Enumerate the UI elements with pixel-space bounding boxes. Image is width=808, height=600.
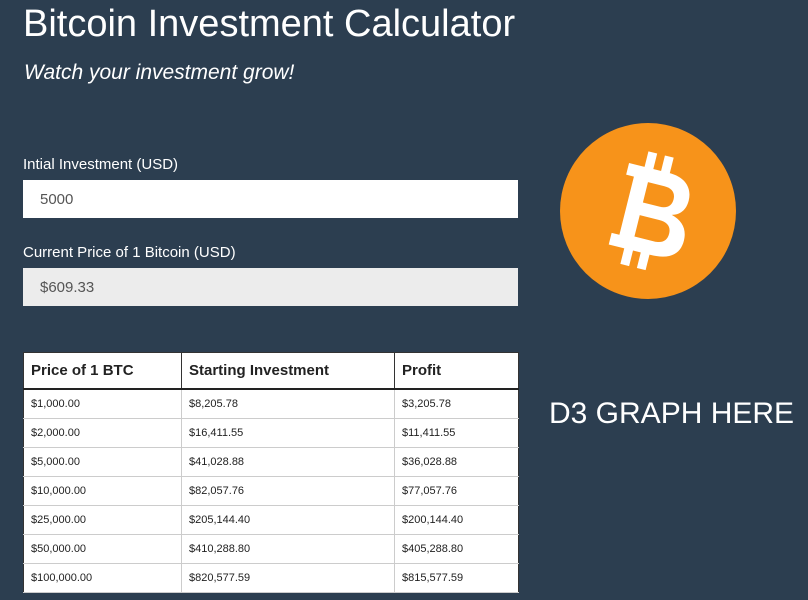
table-cell-starting-investment: $41,028.88	[181, 447, 395, 477]
table-cell-starting-investment: $205,144.40	[181, 505, 395, 535]
table-row: $5,000.00 $41,028.88 $36,028.88	[23, 447, 519, 477]
bitcoin-logo-icon	[560, 123, 736, 299]
table-row: $25,000.00 $205,144.40 $200,144.40	[23, 505, 519, 535]
column-header-price: Price of 1 BTC	[23, 352, 182, 390]
table-cell-starting-investment: $8,205.78	[181, 388, 395, 419]
table-cell-starting-investment: $410,288.80	[181, 534, 395, 564]
table-cell-price: $1,000.00	[23, 388, 182, 419]
table-cell-starting-investment: $16,411.55	[181, 418, 395, 448]
table-row: $1,000.00 $8,205.78 $3,205.78	[23, 388, 519, 419]
table-cell-profit: $3,205.78	[394, 388, 519, 419]
table-cell-profit: $405,288.80	[394, 534, 519, 564]
initial-investment-label: Intial Investment (USD)	[23, 156, 179, 173]
table-cell-price: $25,000.00	[23, 505, 182, 535]
page-title: Bitcoin Investment Calculator	[23, 3, 516, 45]
table-cell-starting-investment: $820,577.59	[181, 563, 395, 593]
table-row: $2,000.00 $16,411.55 $11,411.55	[23, 418, 519, 448]
table-cell-profit: $11,411.55	[394, 418, 519, 448]
initial-investment-input[interactable]	[23, 180, 518, 218]
column-header-starting-investment: Starting Investment	[181, 352, 395, 390]
table-cell-profit: $36,028.88	[394, 447, 519, 477]
table-row: $50,000.00 $410,288.80 $405,288.80	[23, 534, 519, 564]
table-cell-profit: $815,577.59	[394, 563, 519, 593]
table-row: $10,000.00 $82,057.76 $77,057.76	[23, 476, 519, 506]
table-cell-profit: $200,144.40	[394, 505, 519, 535]
table-cell-price: $5,000.00	[23, 447, 182, 477]
current-price-label: Current Price of 1 Bitcoin (USD)	[23, 244, 236, 261]
table-cell-profit: $77,057.76	[394, 476, 519, 506]
graph-placeholder: D3 GRAPH HERE	[549, 397, 795, 430]
projection-table: Price of 1 BTC Starting Investment Profi…	[23, 352, 519, 593]
table-cell-starting-investment: $82,057.76	[181, 476, 395, 506]
table-row: $100,000.00 $820,577.59 $815,577.59	[23, 563, 519, 593]
page-subtitle: Watch your investment grow!	[24, 61, 295, 84]
table-cell-price: $50,000.00	[23, 534, 182, 564]
table-cell-price: $2,000.00	[23, 418, 182, 448]
table-cell-price: $100,000.00	[23, 563, 182, 593]
current-price-input[interactable]	[23, 268, 518, 306]
table-cell-price: $10,000.00	[23, 476, 182, 506]
table-header-row: Price of 1 BTC Starting Investment Profi…	[23, 352, 519, 390]
column-header-profit: Profit	[394, 352, 519, 390]
